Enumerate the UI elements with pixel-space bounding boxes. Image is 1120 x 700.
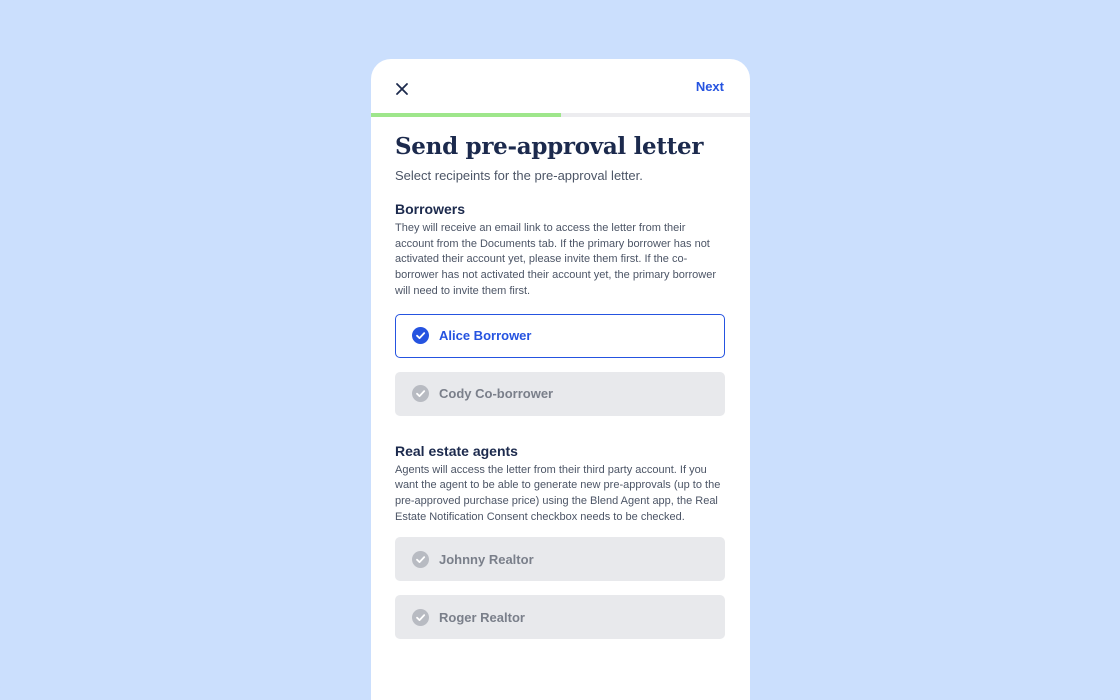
- borrowers-option-list: Alice Borrower Cody Co-borrower: [395, 313, 726, 416]
- recipient-option-cody-co-borrower[interactable]: Cody Co-borrower: [395, 371, 725, 416]
- page-background: Next Send pre-approval letter Select rec…: [0, 0, 1120, 700]
- agents-description: Agents will access the letter from their…: [395, 463, 721, 523]
- page-title: Send pre-approval letter: [395, 133, 704, 160]
- agents-option-list: Johnny Realtor Roger Realtor: [395, 537, 726, 640]
- check-circle-icon: [412, 550, 429, 568]
- check-circle-icon: [412, 608, 429, 626]
- top-bar: Next: [371, 59, 750, 113]
- option-label: Alice Borrower: [439, 328, 532, 344]
- page-subtitle: Select recipeints for the pre-approval l…: [395, 168, 643, 183]
- borrowers-heading: Borrowers: [395, 201, 466, 217]
- close-button[interactable]: [389, 76, 415, 102]
- check-circle-icon: [412, 327, 429, 345]
- borrowers-description: They will receive an email link to acces…: [395, 222, 716, 297]
- option-label: Johnny Realtor: [439, 551, 534, 567]
- next-button[interactable]: Next: [696, 79, 724, 94]
- recipient-option-alice-borrower[interactable]: Alice Borrower: [395, 313, 725, 358]
- progress-bar-fill: [371, 113, 561, 117]
- recipient-option-roger-realtor[interactable]: Roger Realtor: [395, 595, 725, 640]
- main-content: Send pre-approval letter Select recipein…: [371, 133, 750, 640]
- recipient-option-johnny-realtor[interactable]: Johnny Realtor: [395, 537, 725, 582]
- progress-bar: [371, 113, 750, 117]
- mobile-screen: Next Send pre-approval letter Select rec…: [371, 59, 750, 700]
- close-icon: [396, 83, 408, 95]
- option-label: Cody Co-borrower: [439, 386, 554, 402]
- agents-heading: Real estate agents: [395, 442, 518, 459]
- option-label: Roger Realtor: [439, 609, 525, 625]
- check-circle-icon: [412, 385, 429, 403]
